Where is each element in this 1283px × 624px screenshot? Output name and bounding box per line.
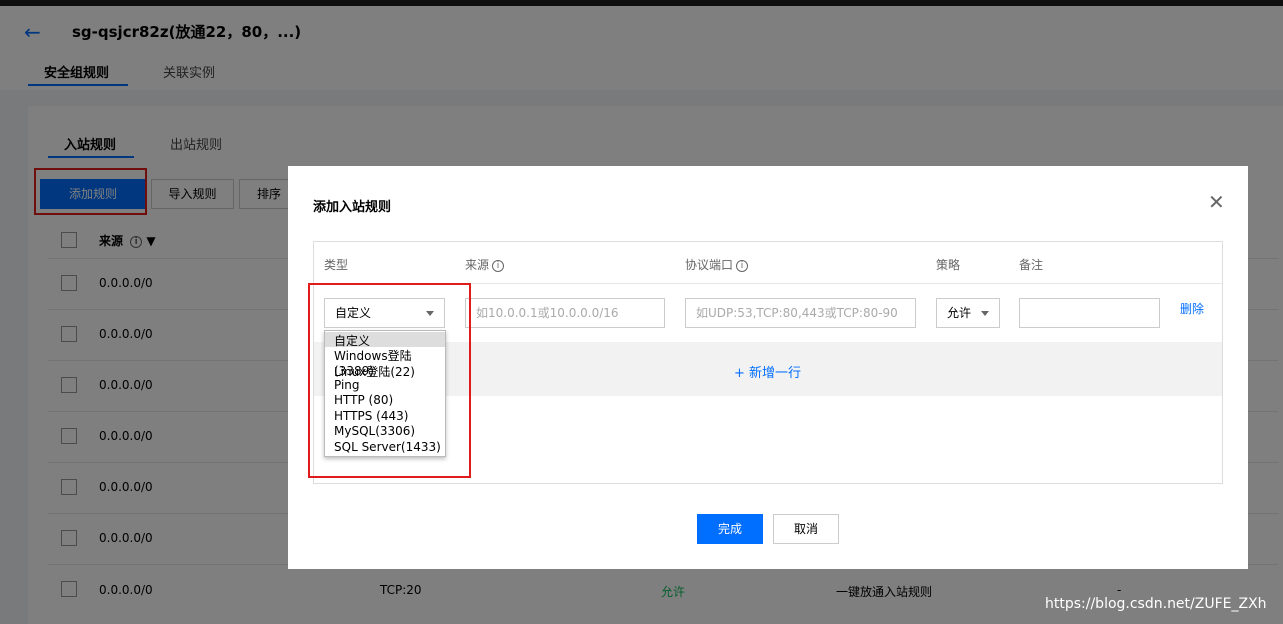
watermark: https://blog.csdn.net/ZUFE_ZXh (1045, 596, 1267, 612)
policy-select-value: 允许 (947, 306, 972, 320)
add-row-link[interactable]: + 新增一行 (734, 362, 801, 381)
header-port: 协议端口 i (685, 256, 749, 273)
source-input[interactable]: 如10.0.0.1或10.0.0.0/16 (465, 298, 665, 328)
header-type: 类型 (324, 258, 349, 272)
dialog-title: 添加入站规则 (313, 200, 392, 215)
add-inbound-rule-dialog: 添加入站规则 ✕ 类型 来源 i 协议端口 i 策略 备注 自定义 如10.0.0.… (288, 166, 1248, 569)
chevron-down-icon (981, 311, 989, 316)
header-source: 来源 i (465, 256, 505, 273)
note-input[interactable] (1019, 298, 1160, 328)
cancel-button[interactable]: 取消 (773, 514, 839, 544)
header-policy: 策略 (936, 258, 961, 272)
highlight-type-dropdown (308, 283, 471, 478)
confirm-button[interactable]: 完成 (697, 514, 763, 544)
delete-row-link[interactable]: 删除 (1180, 300, 1204, 317)
close-icon[interactable]: ✕ (1208, 192, 1225, 212)
info-icon[interactable]: i (736, 259, 749, 272)
header-note: 备注 (1019, 258, 1044, 272)
info-icon[interactable]: i (492, 259, 505, 272)
policy-select[interactable]: 允许 (936, 298, 1000, 328)
port-input[interactable]: 如UDP:53,TCP:80,443或TCP:80-90 (685, 298, 916, 328)
